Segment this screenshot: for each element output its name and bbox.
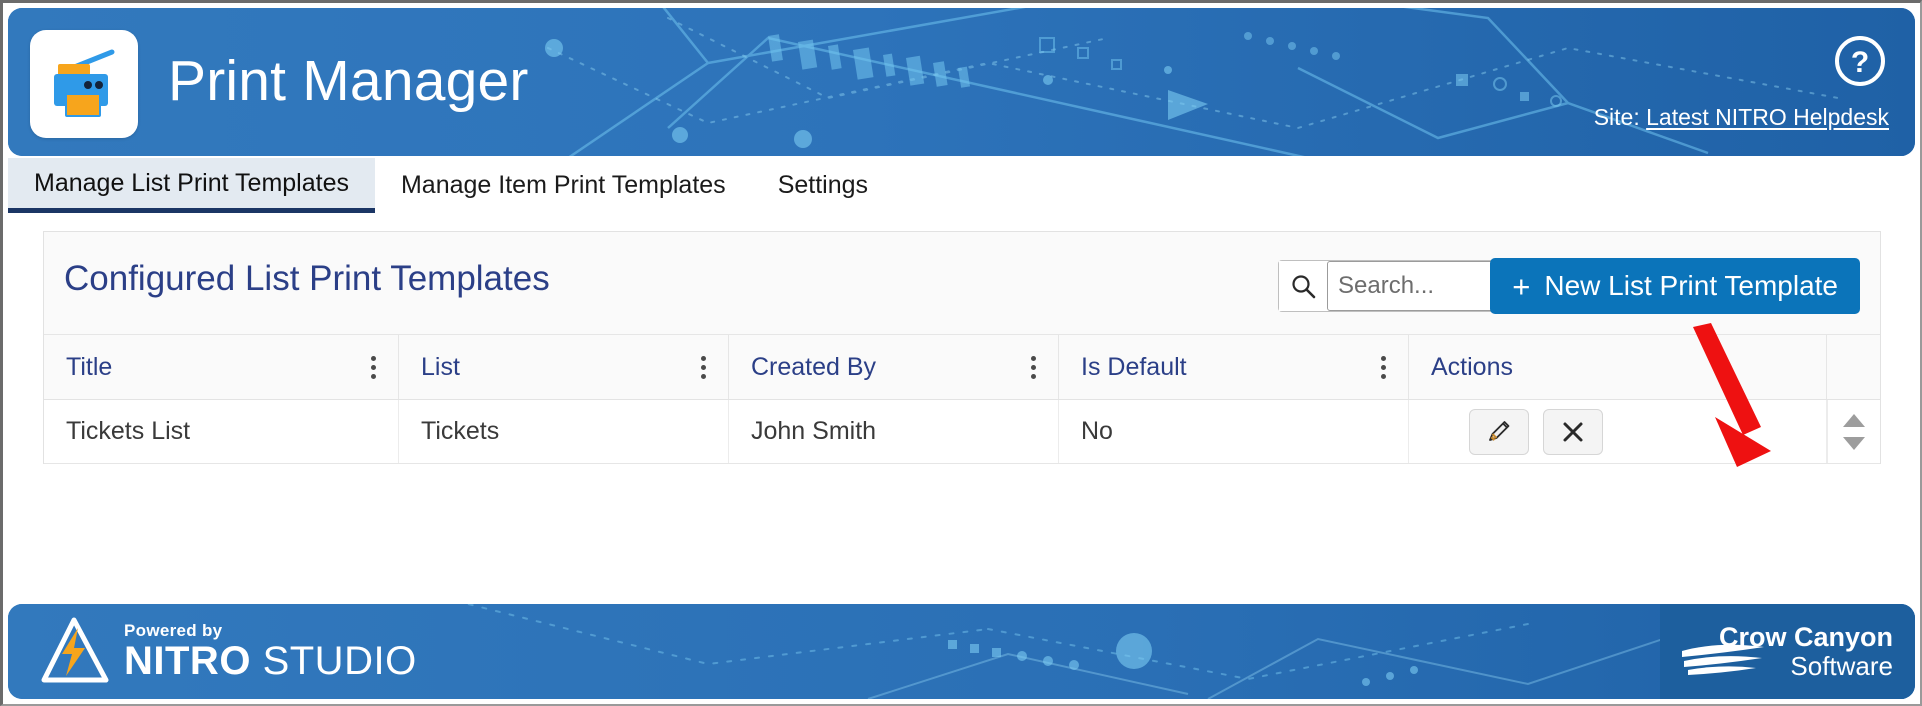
column-header-title[interactable]: Title xyxy=(44,335,399,399)
tab-manage-list-print-templates[interactable]: Manage List Print Templates xyxy=(8,158,375,213)
cell-created-by: John Smith xyxy=(729,400,1059,463)
tab-bar: Manage List Print Templates Manage Item … xyxy=(8,158,1915,213)
card-header: Configured List Print Templates + New Li… xyxy=(44,232,1880,335)
column-header-label: Created By xyxy=(751,352,877,381)
table-header-row: Title List Created By Is Default Actions xyxy=(44,335,1880,400)
nitro-bolt-icon xyxy=(41,617,109,683)
printer-icon xyxy=(54,49,115,117)
column-menu-icon[interactable] xyxy=(701,355,706,379)
cell-title: Tickets List xyxy=(44,400,399,463)
table-scrollbar[interactable] xyxy=(1827,400,1879,463)
search-box[interactable] xyxy=(1278,260,1508,312)
powered-by-label: Powered by xyxy=(124,620,223,640)
templates-card: Configured List Print Templates + New Li… xyxy=(43,231,1881,464)
crow-software-label: Software xyxy=(1790,651,1893,681)
column-header-spacer xyxy=(1827,335,1879,399)
column-header-label: Actions xyxy=(1431,352,1513,381)
site-indicator: Site: Latest NITRO Helpdesk xyxy=(1594,104,1889,131)
studio-label: STUDIO xyxy=(262,638,417,683)
column-header-list[interactable]: List xyxy=(399,335,729,399)
tab-manage-item-print-templates[interactable]: Manage Item Print Templates xyxy=(375,158,752,213)
search-icon xyxy=(1279,261,1327,311)
svg-text:?: ? xyxy=(1851,46,1869,79)
column-menu-icon[interactable] xyxy=(1031,355,1036,379)
delete-icon[interactable] xyxy=(1543,408,1603,455)
new-list-print-template-label: New List Print Template xyxy=(1544,270,1838,301)
tab-label: Manage Item Print Templates xyxy=(400,171,726,199)
column-header-label: Title xyxy=(66,352,113,381)
site-link[interactable]: Latest NITRO Helpdesk xyxy=(1646,104,1889,130)
site-label: Site: xyxy=(1593,104,1640,130)
page-title: Print Manager xyxy=(168,49,529,113)
help-circle-icon[interactable]: ? xyxy=(1833,34,1887,88)
column-header-actions[interactable]: Actions xyxy=(1409,335,1827,399)
column-header-label: List xyxy=(421,352,460,381)
column-menu-icon[interactable] xyxy=(1381,355,1386,379)
column-header-is-default[interactable]: Is Default xyxy=(1059,335,1409,399)
crow-canyon-logo: Crow Canyon Software xyxy=(1660,604,1915,699)
column-header-created-by[interactable]: Created By xyxy=(729,335,1059,399)
scroll-down-arrow[interactable] xyxy=(1842,436,1865,450)
cell-list: Tickets xyxy=(399,400,729,463)
tab-settings[interactable]: Settings xyxy=(752,158,894,213)
tab-label: Manage List Print Templates xyxy=(34,168,349,197)
app-header: Print Manager ? Site: Latest NITRO Helpd… xyxy=(8,8,1915,156)
tab-label: Settings xyxy=(777,171,869,199)
cell-actions xyxy=(1409,400,1827,463)
nitro-studio-logo: Powered by NITRO STUDIO xyxy=(38,616,417,686)
plus-icon: + xyxy=(1512,268,1531,304)
page-root: Print Manager ? Site: Latest NITRO Helpd… xyxy=(0,0,1922,706)
app-footer: Powered by NITRO STUDIO Crow Canyon Soft… xyxy=(8,604,1915,699)
app-logo-tile xyxy=(30,30,138,138)
scroll-up-arrow[interactable] xyxy=(1842,413,1865,427)
edit-icon[interactable] xyxy=(1469,408,1529,455)
card-title: Configured List Print Templates xyxy=(64,259,550,298)
column-header-label: Is Default xyxy=(1081,352,1187,381)
templates-table: Title List Created By Is Default Actions xyxy=(44,335,1880,464)
search-input[interactable] xyxy=(1327,261,1507,311)
nitro-label: NITRO xyxy=(124,638,251,683)
crow-wave-icon xyxy=(1682,644,1764,675)
new-list-print-template-button[interactable]: + New List Print Template xyxy=(1490,258,1860,314)
table-row[interactable]: Tickets List Tickets John Smith No xyxy=(44,400,1880,464)
column-menu-icon[interactable] xyxy=(371,355,376,379)
cell-is-default: No xyxy=(1059,400,1409,463)
